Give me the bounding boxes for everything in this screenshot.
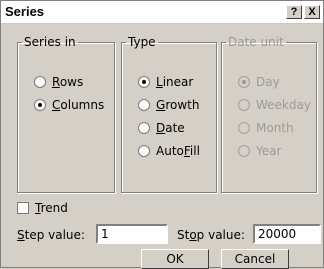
radio-circle[interactable] (34, 99, 46, 111)
radio-circle (238, 145, 250, 157)
radio-circle (238, 76, 250, 88)
series-in-legend: Series in (24, 35, 76, 49)
radio-year: Year (238, 144, 281, 158)
trend-label: Trend (35, 201, 68, 215)
radio-linear-label: Linear (156, 75, 194, 89)
step-value-input[interactable]: 1 (96, 224, 168, 244)
radio-linear[interactable]: Linear (138, 75, 193, 89)
radio-circle[interactable] (34, 76, 46, 88)
radio-date[interactable]: Date (138, 121, 185, 135)
radio-rows[interactable]: Rows (34, 75, 83, 89)
radio-date-label: Date (156, 121, 185, 135)
radio-weekday-label: Weekday (256, 98, 311, 112)
radio-autofill[interactable]: AutoFill (138, 144, 200, 158)
date-unit-legend: Date unit (228, 35, 284, 49)
radio-year-label: Year (256, 144, 282, 158)
radio-columns[interactable]: Columns (34, 98, 104, 112)
radio-growth[interactable]: Growth (138, 98, 199, 112)
radio-circle[interactable] (138, 76, 150, 88)
radio-growth-label: Growth (156, 98, 200, 112)
help-button[interactable]: ? (286, 5, 302, 19)
cancel-button[interactable]: Cancel (221, 249, 289, 269)
radio-rows-label: Rows (52, 75, 84, 89)
radio-circle (238, 99, 250, 111)
radio-day: Day (238, 75, 280, 89)
radio-day-label: Day (256, 75, 280, 89)
series-dialog: Series ? X Series in Rows Columns Type L… (0, 0, 324, 269)
radio-circle[interactable] (138, 122, 150, 134)
radio-weekday: Weekday (238, 98, 311, 112)
type-group: Type Linear Growth Date AutoFill (121, 35, 217, 193)
close-button[interactable]: X (304, 5, 320, 19)
stop-value-label: Stop value: (177, 228, 245, 242)
type-legend: Type (128, 35, 156, 49)
checkbox-box[interactable] (17, 202, 29, 214)
radio-columns-label: Columns (52, 98, 105, 112)
radio-autofill-label: AutoFill (156, 144, 200, 158)
radio-circle[interactable] (138, 145, 150, 157)
stop-value-input[interactable]: 20000 (253, 224, 321, 244)
dialog-title: Series (5, 4, 45, 19)
trend-checkbox[interactable]: Trend (17, 201, 68, 215)
radio-month-label: Month (256, 121, 294, 135)
ok-button[interactable]: OK (141, 249, 209, 269)
radio-circle (238, 122, 250, 134)
series-in-group: Series in Rows Columns (17, 35, 115, 193)
title-bar: Series ? X (1, 1, 323, 24)
radio-month: Month (238, 121, 294, 135)
date-unit-group: Date unit Day Weekday Month Year (221, 35, 317, 193)
radio-circle[interactable] (138, 99, 150, 111)
step-value-label: Step value: (17, 228, 85, 242)
